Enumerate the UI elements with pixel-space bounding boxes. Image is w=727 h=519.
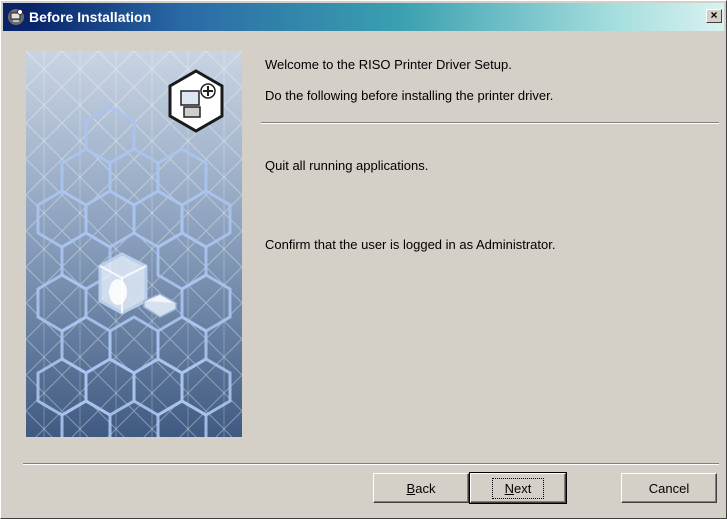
welcome-text: Welcome to the RISO Printer Driver Setup…	[265, 57, 512, 72]
step-confirm-administrator: Confirm that the user is logged in as Ad…	[265, 237, 556, 252]
close-button[interactable]: ×	[706, 9, 722, 23]
title-bar[interactable]: Before Installation ×	[3, 3, 724, 31]
side-banner-image	[26, 51, 242, 437]
window-title: Before Installation	[29, 9, 152, 25]
computer-add-icon	[168, 69, 224, 133]
next-button-label: Next	[491, 477, 545, 499]
cancel-button[interactable]: Cancel	[621, 473, 717, 503]
next-button[interactable]: Next	[469, 472, 567, 504]
footer-divider	[23, 463, 719, 465]
instruction-text: Do the following before installing the p…	[265, 88, 554, 103]
installer-dialog: Before Installation × Welcome to the RIS…	[0, 0, 727, 519]
back-button-label: Back	[406, 480, 436, 496]
installer-computer-icon	[8, 9, 24, 25]
step-quit-applications: Quit all running applications.	[265, 158, 429, 173]
content-divider	[261, 122, 719, 124]
back-button[interactable]: Back	[373, 473, 469, 503]
close-icon: ×	[710, 8, 718, 22]
cancel-button-label: Cancel	[648, 480, 690, 496]
